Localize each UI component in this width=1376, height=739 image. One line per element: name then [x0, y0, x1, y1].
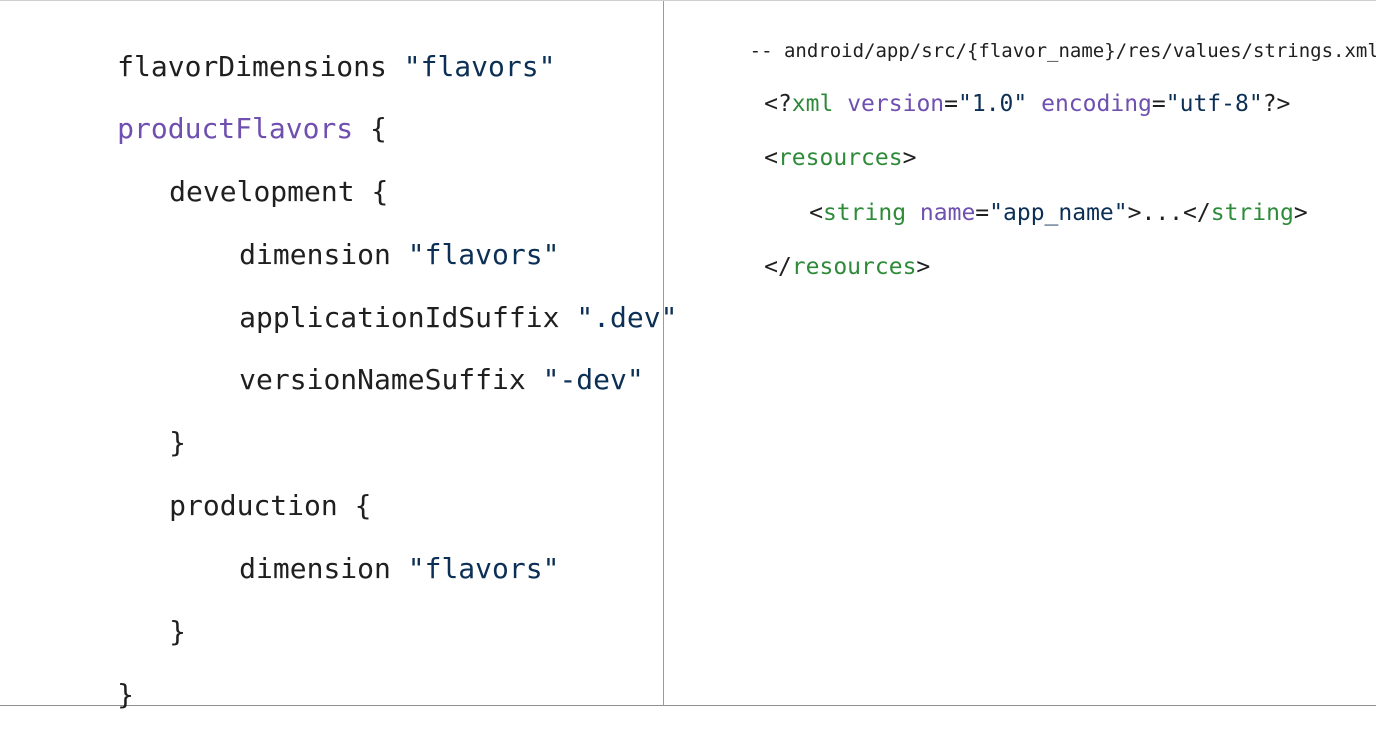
- gradle-code-pane: flavorDimensions "flavors" productFlavor…: [0, 1, 677, 709]
- xml-tag: string: [1210, 200, 1294, 226]
- code-line: versionNameSuffix "-dev": [138, 338, 644, 422]
- xml-punct: <: [809, 200, 823, 226]
- xml-punct: >...</: [1127, 200, 1211, 226]
- code-string: "-dev": [542, 363, 644, 396]
- xml-punct: ?>: [1262, 91, 1291, 117]
- xml-punct: <?: [764, 91, 792, 117]
- code-token: flavorDimensions: [117, 50, 404, 83]
- xml-tag: string: [822, 200, 907, 226]
- xml-code-pane: -- android/app/src/{flavor_name}/res/val…: [664, 1, 1376, 706]
- code-string: "flavors": [403, 50, 556, 83]
- resources-close-line: </resources>: [681, 233, 930, 302]
- xml-punct: <: [764, 145, 778, 171]
- code-comparison-frame: flavorDimensions "flavors" productFlavor…: [0, 0, 1376, 709]
- xml-attr: encoding: [1041, 91, 1152, 117]
- xml-value: "1.0": [958, 91, 1028, 117]
- code-token: production {: [169, 489, 372, 522]
- code-string: "flavors": [407, 238, 560, 271]
- xml-tag: resources: [791, 254, 917, 280]
- code-token: applicationIdSuffix: [239, 301, 577, 334]
- code-string: "flavors": [407, 552, 560, 585]
- code-token: dimension: [239, 238, 408, 271]
- code-token: }: [169, 615, 187, 648]
- xml-space: [1027, 91, 1041, 117]
- code-token: versionNameSuffix: [239, 363, 543, 396]
- xml-punct: =: [1151, 91, 1166, 117]
- xml-attr: name: [919, 200, 976, 226]
- xml-punct: =: [944, 91, 958, 117]
- xml-tag: resources: [777, 145, 903, 171]
- code-token: {: [353, 112, 387, 145]
- xml-value: "utf-8": [1165, 91, 1263, 117]
- xml-tag: xml: [791, 91, 834, 117]
- xml-attr: version: [847, 91, 945, 117]
- code-token: }: [169, 426, 187, 459]
- xml-space: [906, 200, 920, 226]
- xml-punct: =: [975, 200, 990, 226]
- xml-punct: >: [1293, 200, 1308, 226]
- xml-space: [833, 91, 847, 117]
- xml-punct: >: [916, 254, 931, 280]
- code-token: development {: [169, 175, 389, 208]
- code-line: dimension "flavors": [138, 527, 559, 611]
- code-line: }: [16, 653, 134, 737]
- xml-value: "app_name": [989, 200, 1128, 226]
- xml-punct: >: [902, 145, 917, 171]
- xml-punct: </: [764, 254, 792, 280]
- comment-text: -- android/app/src/{flavor_name}/res/val…: [749, 40, 1376, 62]
- code-keyword: productFlavors: [117, 112, 354, 145]
- code-token: dimension: [239, 552, 408, 585]
- code-token: }: [117, 678, 135, 711]
